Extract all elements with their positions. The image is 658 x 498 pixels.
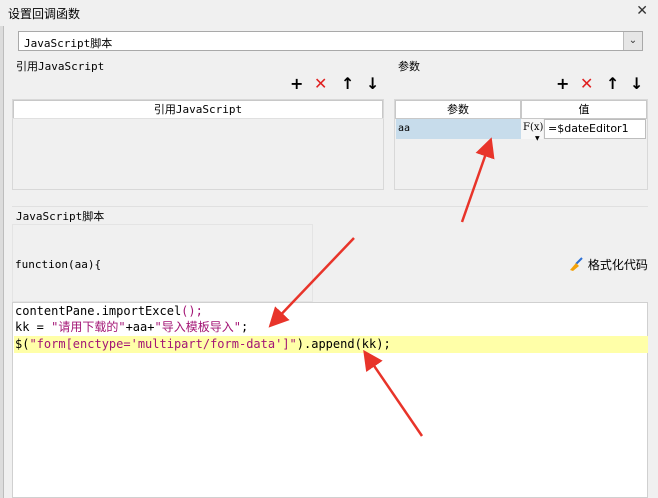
code-line-2: kk = "请用下载的"+aa+"导入模板导入"; xyxy=(15,319,248,336)
close-icon[interactable]: ✕ xyxy=(636,3,648,19)
divider xyxy=(12,118,384,119)
referenced-js-column-header: 引用JavaScript xyxy=(13,100,383,119)
code-token: ).append(kk); xyxy=(296,337,391,351)
code-token: (); xyxy=(181,304,203,318)
code-string: "form[enctype='multipart/form-data']" xyxy=(29,337,297,351)
title-bar: 设置回调函数 ✕ xyxy=(0,0,658,26)
value-column-header: 值 xyxy=(521,100,647,119)
arrow-up-icon[interactable]: ↑ xyxy=(606,76,619,92)
code-token: contentPane.importExcel xyxy=(15,304,182,318)
script-type-select[interactable]: JavaScript脚本 ⌄ xyxy=(18,31,643,51)
script-label: JavaScript脚本 xyxy=(16,210,105,223)
parameters-label: 参数 xyxy=(398,60,420,73)
arrow-up-icon[interactable]: ↑ xyxy=(341,76,354,92)
param-value-input[interactable]: =$dateEditor1 xyxy=(544,119,646,139)
formula-icon-label: F(x) xyxy=(523,122,544,133)
chevron-down-icon[interactable]: ⌄ xyxy=(623,32,642,50)
divider xyxy=(12,206,648,207)
code-line-3: $("form[enctype='multipart/form-data']")… xyxy=(15,336,391,353)
plus-icon[interactable]: + xyxy=(290,76,303,92)
function-header-area: function(aa){ xyxy=(12,224,313,302)
param-name-cell[interactable]: aa xyxy=(396,119,521,139)
chevron-down-icon: ▼ xyxy=(535,135,540,142)
formula-icon[interactable]: F(x) ▼ xyxy=(521,119,544,142)
window-left-edge xyxy=(0,26,4,498)
referenced-js-label: 引用JavaScript xyxy=(16,60,105,73)
code-editor[interactable]: contentPane.importExcel(); kk = "请用下载的"+… xyxy=(12,302,648,498)
function-signature: function(aa){ xyxy=(15,258,102,271)
code-token: kk = xyxy=(15,320,52,334)
referenced-js-table: 引用JavaScript xyxy=(12,99,384,190)
arrow-down-icon[interactable]: ↓ xyxy=(630,76,643,92)
x-icon[interactable]: ✕ xyxy=(314,76,327,92)
code-string: "导入模板导入" xyxy=(154,320,241,334)
window-title: 设置回调函数 xyxy=(8,7,81,21)
code-token: ; xyxy=(240,320,249,334)
code-token: $( xyxy=(15,337,30,351)
code-string: "请用下载的" xyxy=(51,320,126,334)
broom-icon xyxy=(570,257,583,271)
param-column-header: 参数 xyxy=(395,100,521,119)
parameters-table: 参数 值 xyxy=(394,99,648,190)
plus-icon[interactable]: + xyxy=(556,76,569,92)
code-token: +aa+ xyxy=(125,320,155,334)
arrow-down-icon[interactable]: ↓ xyxy=(366,76,379,92)
x-icon[interactable]: ✕ xyxy=(580,76,593,92)
format-code-label: 格式化代码 xyxy=(587,258,648,272)
script-type-value: JavaScript脚本 xyxy=(24,37,113,50)
format-code-button[interactable]: 格式化代码 xyxy=(568,256,648,273)
code-line-1: contentPane.importExcel(); xyxy=(15,303,203,320)
